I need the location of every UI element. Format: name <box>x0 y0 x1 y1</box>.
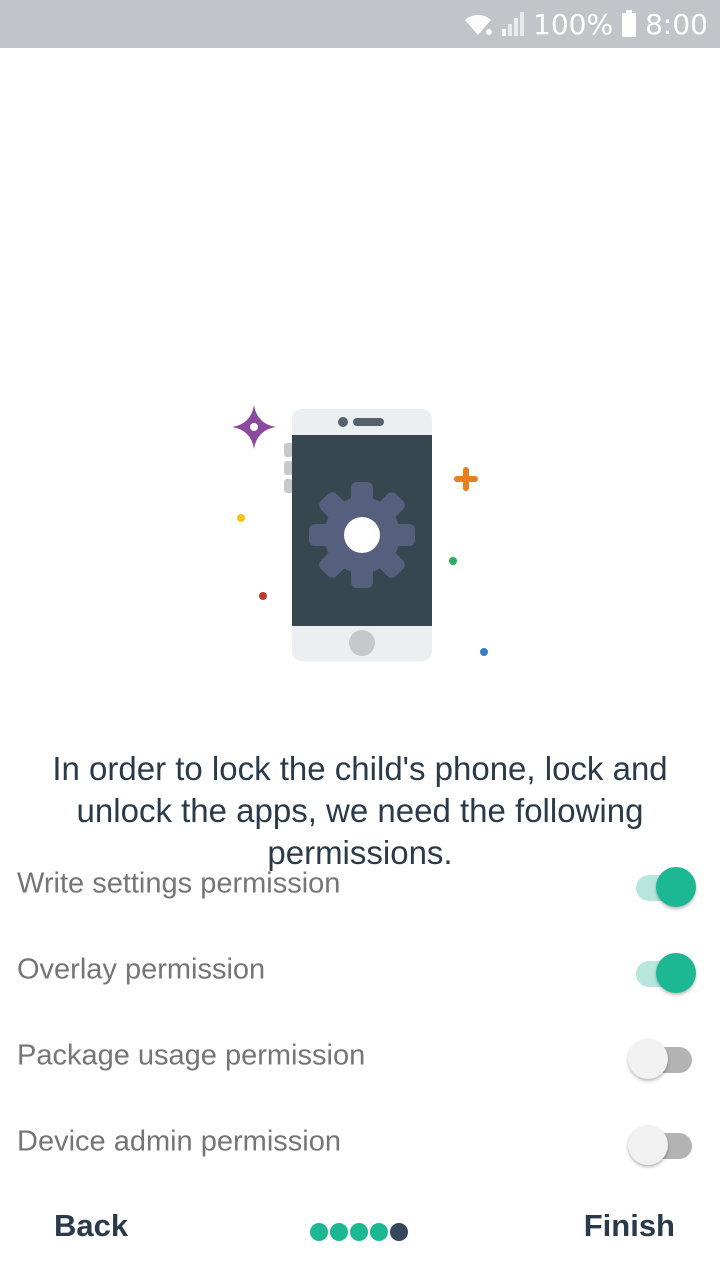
toggle-thumb <box>628 1125 668 1165</box>
permission-label: Device admin permission <box>17 1125 341 1158</box>
battery-icon <box>621 10 637 38</box>
page-dot <box>350 1223 368 1241</box>
page-dot <box>330 1223 348 1241</box>
toggle-thumb <box>628 1039 668 1079</box>
package-usage-toggle[interactable] <box>628 1034 696 1079</box>
plus-icon <box>454 467 478 491</box>
permission-label: Package usage permission <box>17 1039 366 1072</box>
back-button[interactable]: Back <box>54 1208 128 1244</box>
permission-row-overlay: Overlay permission <box>0 927 720 1013</box>
phone-settings-illustration <box>220 395 510 670</box>
overlay-toggle[interactable] <box>628 948 696 993</box>
write-settings-toggle[interactable] <box>628 862 696 907</box>
page-indicator <box>310 1223 408 1241</box>
page-dot-current <box>390 1223 408 1241</box>
permission-row-device-admin: Device admin permission <box>0 1099 720 1185</box>
toggle-thumb <box>656 953 696 993</box>
signal-icon <box>501 11 525 37</box>
permission-label: Write settings permission <box>17 867 341 900</box>
status-icons: 100% 8:00 <box>463 0 708 48</box>
page-dot <box>370 1223 388 1241</box>
page-dot <box>310 1223 328 1241</box>
permission-label: Overlay permission <box>17 953 266 986</box>
wifi-icon <box>463 11 493 37</box>
sparkle-icon <box>232 405 276 449</box>
battery-text: 100% <box>533 7 614 41</box>
finish-button[interactable]: Finish <box>584 1208 675 1244</box>
status-bar: 100% 8:00 <box>0 0 720 48</box>
permission-row-package-usage: Package usage permission <box>0 1013 720 1099</box>
toggle-thumb <box>656 867 696 907</box>
device-admin-toggle[interactable] <box>628 1120 696 1165</box>
clock: 8:00 <box>645 7 708 41</box>
permission-row-write-settings: Write settings permission <box>0 841 720 927</box>
